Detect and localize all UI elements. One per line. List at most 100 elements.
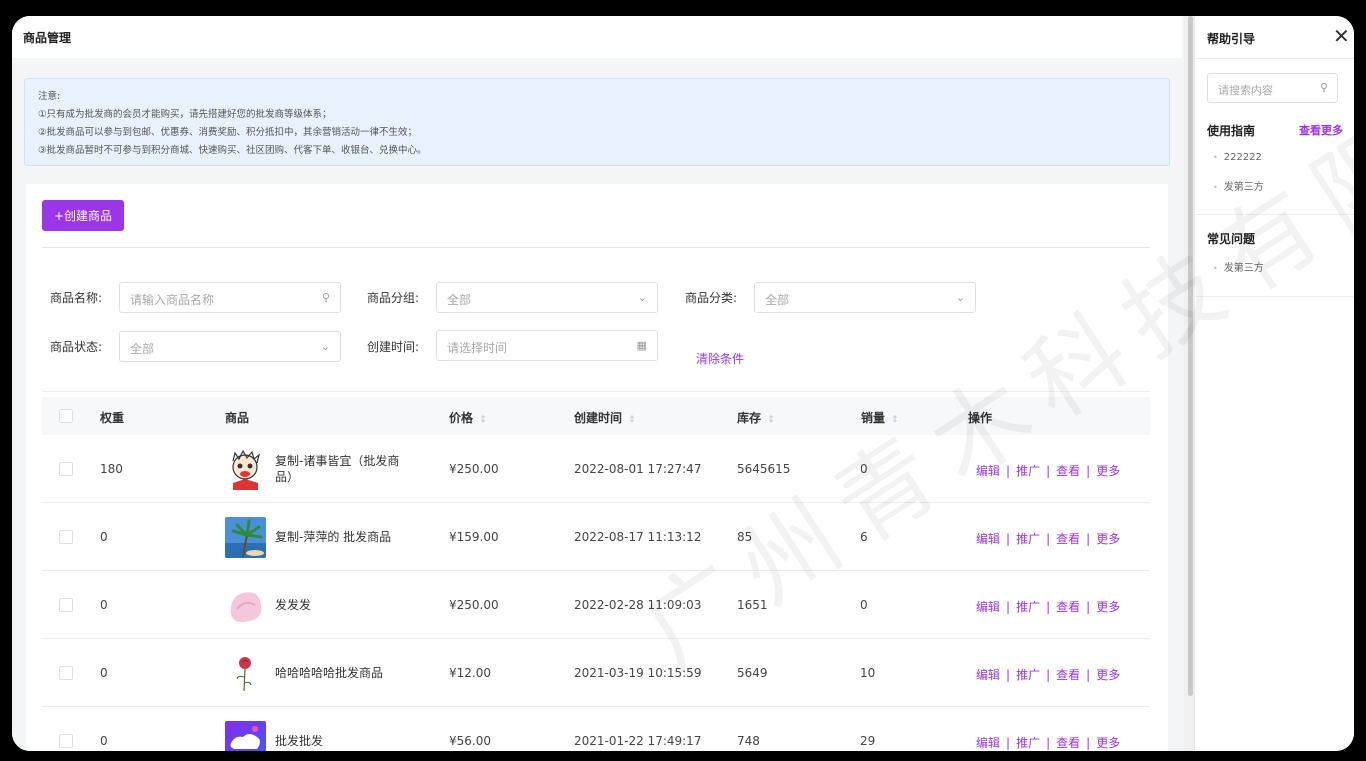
- faq-item[interactable]: 发第三方: [1213, 259, 1264, 274]
- time-filter-label: 创建时间:: [367, 340, 420, 354]
- divider: [42, 247, 1150, 248]
- divider: [1195, 296, 1354, 297]
- header-created[interactable]: 创建时间 ⇕: [574, 409, 636, 426]
- table-row: 0 复制-萍萍的 批发商品 ¥159.00 2022-08-17 11:13:1…: [42, 503, 1150, 571]
- name-filter-input[interactable]: 请输入商品名称 ⚲: [119, 282, 341, 313]
- promote-link[interactable]: 推广: [1016, 464, 1040, 478]
- view-link[interactable]: 查看: [1056, 668, 1080, 682]
- notice-line: ③批发商品暂时不可参与到积分商城、快速购买、社区团购、代客下单、收银台、兑换中心…: [38, 145, 427, 156]
- edit-link[interactable]: 编辑: [976, 464, 1000, 478]
- more-link[interactable]: 更多: [1096, 464, 1120, 478]
- select-all-checkbox[interactable]: [59, 409, 73, 423]
- row-sales: 0: [860, 598, 868, 612]
- promote-link[interactable]: 推广: [1016, 736, 1040, 750]
- product-thumbnail: [225, 721, 266, 751]
- view-link[interactable]: 查看: [1056, 464, 1080, 478]
- page-title: 商品管理: [23, 31, 72, 45]
- name-filter-label: 商品名称:: [50, 291, 103, 305]
- guide-item[interactable]: 发第三方: [1213, 178, 1264, 193]
- row-checkbox[interactable]: [59, 734, 73, 748]
- more-link[interactable]: 更多: [1096, 668, 1120, 682]
- chevron-down-icon: ⌄: [955, 291, 965, 304]
- category-filter-select[interactable]: 全部 ⌄: [754, 282, 976, 313]
- table-header: 权重 商品 价格 ⇕ 创建时间 ⇕ 库存 ⇕ 销量 ⇕ 操作: [42, 397, 1150, 435]
- pink-flower-image: [225, 585, 266, 626]
- row-stock: 748: [737, 734, 760, 748]
- table-row: 0 批发批发 ¥56.00 2021-01-22 17:49:17 748 29…: [42, 707, 1150, 751]
- name-filter-placeholder: 请输入商品名称: [130, 293, 215, 307]
- more-link[interactable]: 更多: [1096, 736, 1120, 750]
- row-actions: 编辑 | 推广 | 查看 | 更多: [976, 736, 1121, 750]
- header-price-label: 价格: [449, 411, 474, 425]
- row-price: ¥250.00: [449, 462, 499, 476]
- header-price[interactable]: 价格 ⇕: [449, 409, 487, 426]
- clear-filters-link[interactable]: 清除条件: [696, 350, 744, 367]
- scrollbar-thumb[interactable]: [1188, 16, 1193, 696]
- row-checkbox[interactable]: [59, 666, 73, 680]
- guide-more-link[interactable]: 查看更多: [1299, 122, 1343, 138]
- product-name-link[interactable]: 哈哈哈哈哈批发商品: [275, 665, 405, 681]
- product-thumbnail: [225, 517, 266, 558]
- row-checkbox[interactable]: [59, 462, 73, 476]
- category-filter-label: 商品分类:: [685, 291, 738, 305]
- divider: [1195, 214, 1354, 215]
- more-link[interactable]: 更多: [1096, 532, 1120, 546]
- purple-shape-image: [225, 721, 266, 751]
- create-product-button[interactable]: +创建商品: [42, 200, 124, 231]
- row-price: ¥12.00: [449, 666, 491, 680]
- search-icon: ⚲: [1319, 81, 1328, 94]
- edit-link[interactable]: 编辑: [976, 736, 1000, 750]
- row-price: ¥56.00: [449, 734, 491, 748]
- promote-link[interactable]: 推广: [1016, 600, 1040, 614]
- row-created: 2021-03-19 10:15:59: [574, 666, 702, 680]
- view-link[interactable]: 查看: [1056, 532, 1080, 546]
- view-link[interactable]: 查看: [1056, 736, 1080, 750]
- help-search-input[interactable]: 请搜索内容 ⚲: [1207, 73, 1338, 103]
- header-actions: 操作: [968, 411, 993, 425]
- product-name-link[interactable]: 发发发: [275, 597, 405, 613]
- group-filter-label: 商品分组:: [367, 291, 420, 305]
- product-name-link[interactable]: 批发批发: [275, 733, 405, 749]
- view-link[interactable]: 查看: [1056, 600, 1080, 614]
- palm-tree-image: [225, 517, 266, 558]
- row-sales: 0: [860, 462, 868, 476]
- close-icon[interactable]: ✕: [1333, 26, 1350, 46]
- notice-line: ①只有成为批发商的会员才能购买，请先搭建好您的批发商等级体系；: [38, 109, 332, 120]
- row-actions: 编辑 | 推广 | 查看 | 更多: [976, 464, 1121, 478]
- row-created: 2022-08-01 17:27:47: [574, 462, 702, 476]
- header-sales[interactable]: 销量 ⇕: [861, 409, 899, 426]
- header-product: 商品: [225, 411, 250, 425]
- header-stock[interactable]: 库存 ⇕: [737, 409, 775, 426]
- sort-icon: ⇕: [891, 415, 899, 425]
- row-stock: 5649: [737, 666, 768, 680]
- header-weight: 权重: [100, 411, 125, 425]
- row-checkbox[interactable]: [59, 530, 73, 544]
- notice-line: ②批发商品可以参与到包邮、优惠券、消费奖励、积分抵扣中，其余营销活动一律不生效；: [38, 127, 418, 138]
- product-name-link[interactable]: 复制-萍萍的 批发商品: [275, 529, 405, 545]
- row-actions: 编辑 | 推广 | 查看 | 更多: [976, 668, 1121, 682]
- promote-link[interactable]: 推广: [1016, 532, 1040, 546]
- row-weight: 0: [100, 598, 108, 612]
- divider: [1195, 58, 1354, 59]
- time-filter-picker[interactable]: 请选择时间 ▦: [436, 330, 658, 361]
- row-created: 2022-02-28 11:09:03: [574, 598, 702, 612]
- more-link[interactable]: 更多: [1096, 600, 1120, 614]
- product-name-link[interactable]: 复制-诸事皆宜（批发商品）: [275, 453, 405, 485]
- row-sales: 10: [860, 666, 876, 680]
- notice-box: 注意: ①只有成为批发商的会员才能购买，请先搭建好您的批发商等级体系； ②批发商…: [24, 78, 1170, 166]
- chevron-down-icon: ⌄: [637, 291, 647, 304]
- sort-icon: ⇕: [767, 415, 775, 425]
- edit-link[interactable]: 编辑: [976, 668, 1000, 682]
- promote-link[interactable]: 推广: [1016, 668, 1040, 682]
- time-filter-placeholder: 请选择时间: [447, 341, 508, 355]
- sort-icon: ⇕: [628, 415, 636, 425]
- row-checkbox[interactable]: [59, 598, 73, 612]
- guide-item[interactable]: 222222: [1213, 152, 1262, 163]
- status-filter-select[interactable]: 全部 ⌄: [119, 331, 341, 362]
- edit-link[interactable]: 编辑: [976, 600, 1000, 614]
- edit-link[interactable]: 编辑: [976, 532, 1000, 546]
- group-filter-select[interactable]: 全部 ⌄: [436, 282, 658, 313]
- row-created: 2022-08-17 11:13:12: [574, 530, 702, 544]
- app-window: 商品管理 注意: ①只有成为批发商的会员才能购买，请先搭建好您的批发商等级体系；…: [12, 16, 1354, 751]
- product-thumbnail: [225, 449, 266, 490]
